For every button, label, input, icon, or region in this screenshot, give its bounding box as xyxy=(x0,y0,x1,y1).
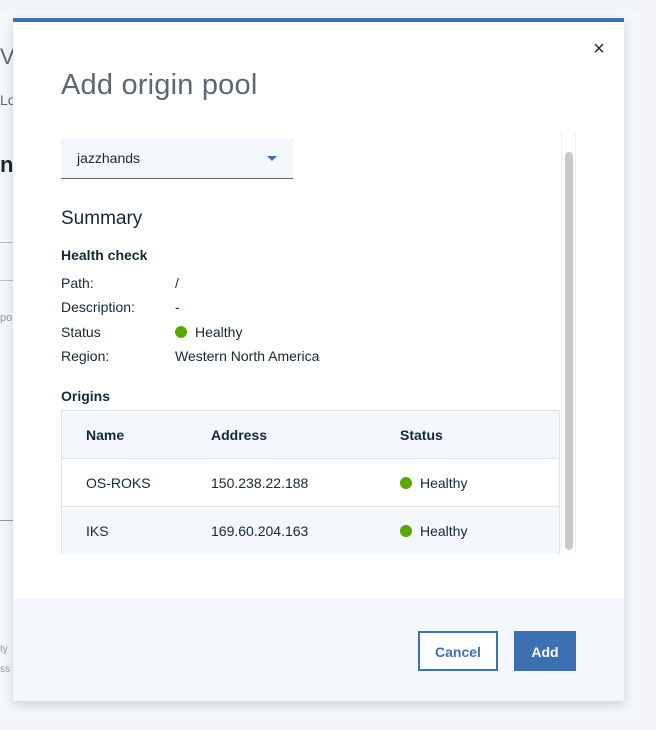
close-icon[interactable]: × xyxy=(592,39,606,59)
status-value-wrap: Healthy xyxy=(175,324,242,340)
health-check-heading: Health check xyxy=(61,247,148,263)
path-label: Path: xyxy=(61,275,94,291)
column-header-name: Name xyxy=(86,427,125,443)
description-value: - xyxy=(175,299,180,315)
origin-status: Healthy xyxy=(400,523,467,539)
summary-heading: Summary xyxy=(61,208,143,229)
description-label: Description: xyxy=(61,299,135,315)
chevron-down-icon xyxy=(267,156,277,161)
origin-pool-select[interactable]: jazzhands xyxy=(61,138,293,179)
modal-content: jazzhands Summary Health check Path: / D… xyxy=(61,132,575,554)
background-divider xyxy=(0,520,13,521)
origin-status-text: Healthy xyxy=(420,523,468,539)
status-dot-icon xyxy=(400,477,412,489)
scrollbar-thumb[interactable] xyxy=(565,152,573,550)
status-dot-icon xyxy=(400,525,412,537)
origin-status: Healthy xyxy=(400,475,467,491)
status-label: Status xyxy=(61,324,101,340)
modal-footer: Cancel Add xyxy=(13,599,624,701)
path-value: / xyxy=(175,275,179,291)
column-header-status: Status xyxy=(400,427,443,443)
origins-table: Name Address Status OS-ROKS 150.238.22.1… xyxy=(61,410,560,554)
status-value: Healthy xyxy=(195,324,243,340)
background-divider xyxy=(0,242,13,243)
origin-address: 150.238.22.188 xyxy=(211,475,309,491)
background-divider xyxy=(0,280,13,281)
table-row: IKS 169.60.204.163 Healthy xyxy=(62,507,559,554)
add-origin-pool-modal: × Add origin pool jazzhands Summary Heal… xyxy=(13,18,624,701)
origin-name: OS-ROKS xyxy=(86,475,151,491)
background-text: ty xyxy=(0,644,8,655)
cancel-button[interactable]: Cancel xyxy=(418,631,498,671)
origins-heading: Origins xyxy=(61,388,111,404)
origin-address: 169.60.204.163 xyxy=(211,523,309,539)
scrollbar[interactable] xyxy=(561,132,576,554)
modal-title: Add origin pool xyxy=(61,69,258,101)
region-label: Region: xyxy=(61,348,110,364)
region-value: Western North America xyxy=(175,348,320,364)
add-button[interactable]: Add xyxy=(514,631,576,671)
table-row: OS-ROKS 150.238.22.188 Healthy xyxy=(62,459,559,507)
origin-pool-select-value: jazzhands xyxy=(77,150,141,166)
status-dot-icon xyxy=(175,326,187,338)
column-header-address: Address xyxy=(211,427,268,443)
background-text: po xyxy=(0,312,13,324)
table-header-row: Name Address Status xyxy=(62,411,559,459)
origin-name: IKS xyxy=(86,523,109,539)
origin-status-text: Healthy xyxy=(420,475,468,491)
